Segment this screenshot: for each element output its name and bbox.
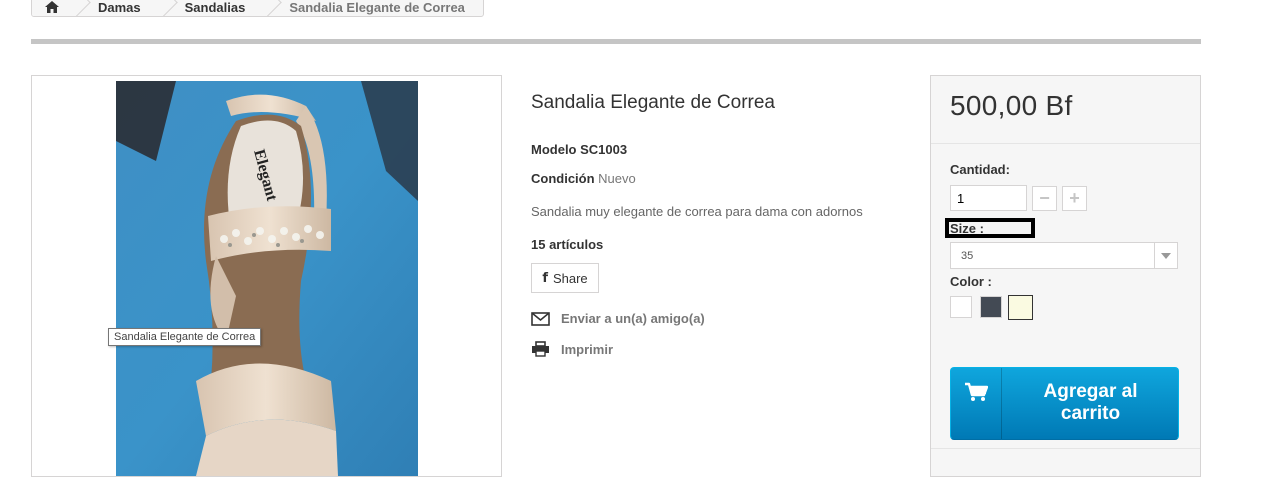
divider — [931, 448, 1200, 449]
condition-label: Condición — [531, 171, 595, 186]
color-swatch-white[interactable] — [950, 296, 972, 318]
size-label-highlight — [945, 218, 1035, 238]
plus-icon: + — [1069, 188, 1080, 208]
condition-value: Nuevo — [598, 171, 636, 186]
cart-icon-cell — [951, 368, 1002, 439]
cart-icon — [965, 382, 988, 401]
quantity-increase-button[interactable]: + — [1062, 186, 1087, 211]
send-to-friend-link[interactable]: Enviar a un(a) amigo(a) — [531, 311, 705, 326]
print-label: Imprimir — [561, 341, 614, 357]
print-link[interactable]: Imprimir — [531, 341, 613, 357]
minus-icon: − — [1039, 188, 1050, 208]
add-to-cart-line2: carrito — [1060, 403, 1121, 424]
image-tooltip: Sandalia Elegante de Correa — [108, 328, 262, 346]
share-label: Share — [552, 270, 588, 286]
divider — [31, 39, 1201, 44]
quantity-decrease-button[interactable]: − — [1032, 186, 1057, 211]
printer-icon — [532, 341, 549, 357]
breadcrumb: Damas Sandalias Sandalia Elegante de Cor… — [31, 0, 484, 17]
stock-text: 15 artículos — [531, 237, 604, 252]
quantity-label: Cantidad: — [950, 162, 1010, 177]
model-label: Modelo — [531, 142, 577, 157]
add-to-cart-label: Agregar al carrito — [1003, 381, 1178, 425]
breadcrumb-label: Sandalia Elegante de Correa — [289, 0, 465, 15]
breadcrumb-item-sandalias[interactable]: Sandalias — [159, 0, 264, 16]
product-photo[interactable]: Elegant — [116, 81, 418, 476]
model-line: Modelo SC1003 — [531, 142, 627, 157]
color-swatch-cream[interactable] — [1008, 295, 1033, 320]
color-swatch-gray[interactable] — [980, 296, 1002, 318]
size-selected-value: 35 — [961, 249, 974, 262]
product-image-box[interactable]: Elegant — [31, 75, 502, 477]
share-button[interactable]: f Share — [531, 263, 599, 293]
buy-box: 500,00 Bf Cantidad: − + Size : 35 Color … — [930, 75, 1201, 477]
model-value: SC1003 — [580, 142, 628, 157]
envelope-icon — [531, 311, 550, 326]
product-description: Sandalia muy elegante de correa para dam… — [531, 204, 863, 219]
add-to-cart-button[interactable]: Agregar al carrito — [950, 367, 1179, 440]
breadcrumb-item-current: Sandalia Elegante de Correa — [263, 0, 483, 16]
chevron-down-icon — [1154, 243, 1177, 268]
send-to-friend-label: Enviar a un(a) amigo(a) — [561, 311, 705, 326]
product-price: 500,00 Bf — [950, 90, 1073, 121]
breadcrumb-label: Damas — [98, 0, 141, 15]
quantity-input[interactable] — [950, 185, 1027, 211]
condition-line: Condición Nuevo — [531, 171, 636, 186]
color-label: Color : — [950, 274, 992, 289]
product-title: Sandalia Elegante de Correa — [531, 92, 776, 113]
sandal-photo: Elegant — [116, 81, 418, 476]
facebook-icon: f — [542, 270, 548, 286]
stock-count: 15 artículos — [531, 237, 603, 252]
add-to-cart-line1: Agregar al — [1043, 381, 1138, 402]
breadcrumb-label: Sandalias — [184, 0, 246, 15]
size-select[interactable]: 35 — [950, 242, 1178, 269]
